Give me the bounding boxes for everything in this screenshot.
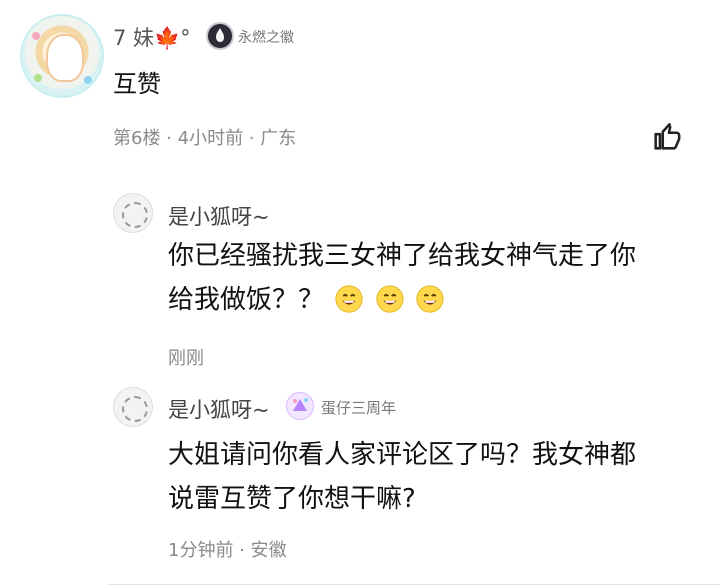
grinning-face-icon	[375, 285, 404, 313]
reply-meta: 1分钟前 · 安徽	[168, 540, 287, 561]
fire-badge-icon[interactable]	[206, 22, 234, 50]
reply-line: 给我做饭？？	[168, 285, 325, 315]
avatar-decoration	[32, 32, 40, 40]
main-comment-text: 互赞	[113, 70, 161, 98]
reply-line-with-emoji: 给我做饭？？	[168, 278, 708, 322]
reply-avatar[interactable]	[113, 193, 153, 233]
main-badge-label: 永燃之徽	[238, 30, 294, 46]
party-badge-icon[interactable]	[286, 392, 314, 420]
reply-line: 说雷互赞了你想干嘛?	[168, 484, 416, 514]
fox-avatar-icon	[122, 202, 148, 228]
reply-text: 大姐请问你看人家评论区了吗？我女神都 说雷互赞了你想干嘛?	[168, 433, 708, 521]
avatar-face	[46, 34, 84, 82]
main-comment-meta: 第6楼 · 4小时前 · 广东	[113, 128, 297, 149]
grinning-face-icon	[335, 285, 363, 313]
avatar-decoration	[34, 74, 42, 82]
thumb-up-icon[interactable]	[650, 120, 684, 154]
reply-badge-label: 蛋仔三周年	[321, 399, 397, 417]
main-user-avatar[interactable]	[20, 14, 104, 98]
avatar-decoration	[84, 76, 92, 84]
reply-username[interactable]: 是小狐呀~	[168, 201, 270, 231]
reply-username[interactable]: 是小狐呀~	[168, 394, 270, 424]
reply-line: 你已经骚扰我三女神了给我女神气走了你	[168, 241, 637, 271]
fox-avatar-icon	[122, 396, 148, 422]
reply-avatar[interactable]	[113, 387, 153, 427]
reply-text: 你已经骚扰我三女神了给我女神气走了你 给我做饭？？	[168, 234, 708, 322]
main-username[interactable]: 7 妹🍁°	[113, 22, 191, 52]
grinning-face-icon	[416, 285, 444, 313]
reply-time: 刚刚	[168, 348, 204, 369]
reply-line: 大姐请问你看人家评论区了吗？我女神都	[168, 440, 637, 470]
